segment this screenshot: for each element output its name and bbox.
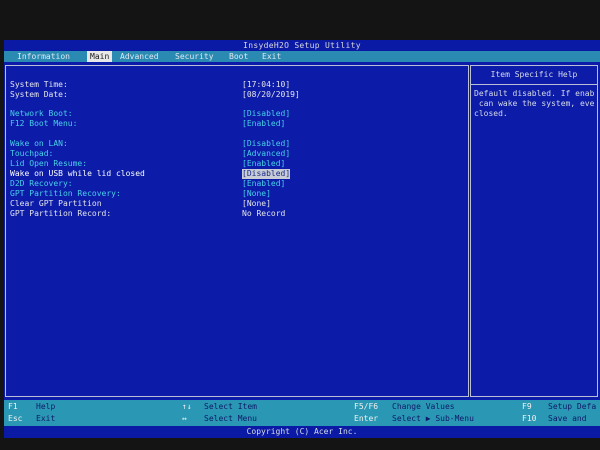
key-label: ↔ [182,414,187,423]
setting-label: Wake on USB while lid closed [10,169,145,178]
menu-bar: Information Main Advanced Security Boot … [4,51,600,62]
key-desc: Select ▶ Sub-Menu [392,414,474,423]
key-label: ↑↓ [182,402,192,411]
key-label: F10 [522,414,537,423]
tab-main[interactable]: Main [87,51,113,62]
setting-label: Lid Open Resume: [10,159,88,168]
key-desc: Exit [36,414,56,423]
setting-value[interactable]: [Disabled] [242,139,290,149]
setting-label: Touchpad: [10,149,54,158]
setting-value[interactable]: [None] [242,189,271,199]
setting-label: D2D Recovery: [10,179,73,188]
key-label: Enter [354,414,379,423]
help-panel: Item Specific Help Default disabled. If … [470,65,598,397]
tab-boot[interactable]: Boot [226,51,251,62]
setting-label: System Time: [10,80,68,89]
key-desc: Setup Defa [548,402,597,411]
setting-value[interactable]: [Disabled] [242,169,291,179]
copyright: Copyright (C) Acer Inc. [4,426,600,438]
title-bar: InsydeH2O Setup Utility [4,40,600,51]
setting-value[interactable]: [Enabled] [242,179,285,189]
setting-label: GPT Partition Record: [10,209,112,218]
bios-screen: InsydeH2O Setup Utility Information Main… [4,40,600,438]
key-legend: F1 Help Esc Exit ↑↓ Select Item ↔ Select… [4,400,600,426]
key-desc: Select Item [204,402,257,411]
content-area: System Time: [17:04:10] System Date: [08… [4,62,600,400]
setting-label: Network Boot: [10,109,73,118]
key-label: F1 [8,402,18,411]
help-title: Item Specific Help [471,66,597,85]
setting-label: GPT Partition Recovery: [10,189,121,198]
settings-panel: System Time: [17:04:10] System Date: [08… [5,65,469,397]
key-label: F5/F6 [354,402,379,411]
setting-value: No Record [242,209,286,218]
tab-advanced[interactable]: Advanced [117,51,162,62]
tab-security[interactable]: Security [172,51,217,62]
setting-value[interactable]: [08/20/2019] [242,90,300,100]
tab-exit[interactable]: Exit [259,51,284,62]
setting-value[interactable]: [Enabled] [242,159,285,169]
setting-value[interactable]: [Advanced] [242,149,290,159]
setting-label: F12 Boot Menu: [10,119,78,128]
key-label: Esc [8,414,23,423]
setting-label: System Date: [10,90,68,99]
key-desc: Save and [548,414,587,423]
setting-value[interactable]: [Enabled] [242,119,285,129]
setting-value[interactable]: [Disabled] [242,109,290,119]
setting-label: Wake on LAN: [10,139,68,148]
help-text: Default disabled. If enab can wake the s… [474,89,595,118]
key-desc: Help [36,402,56,411]
setting-value[interactable]: [None] [242,199,271,209]
setting-value[interactable]: [17:04:10] [242,80,290,90]
key-desc: Select Menu [204,414,257,423]
setting-label: Clear GPT Partition [10,199,102,208]
key-desc: Change Values [392,402,455,411]
app-title: InsydeH2O Setup Utility [243,41,361,50]
tab-information[interactable]: Information [14,51,73,62]
key-label: F9 [522,402,532,411]
